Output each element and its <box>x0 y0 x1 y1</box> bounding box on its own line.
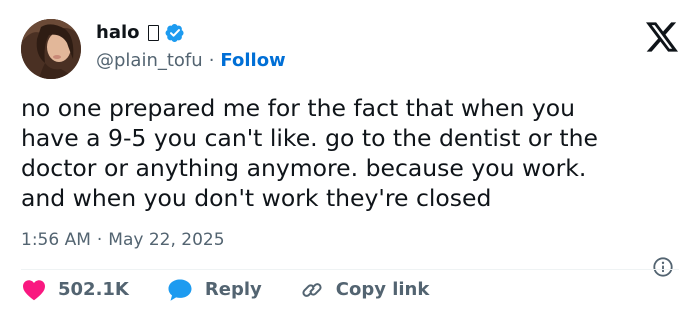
tweet-text: no one prepared me for the fact that whe… <box>21 94 598 212</box>
tweet-time[interactable]: 1:56 AM <box>21 229 91 251</box>
reply-button[interactable]: Reply <box>167 276 262 304</box>
handle-row: @plain_tofu · Follow <box>96 50 286 72</box>
copy-link-button[interactable]: Copy link <box>300 276 430 304</box>
copy-link-label: Copy link <box>335 279 430 300</box>
divider <box>21 269 679 270</box>
name-row: halo <box>96 22 185 44</box>
tweet-timestamp[interactable]: 1:56 AM · May 22, 2025 <box>21 229 225 251</box>
reply-bubble-icon <box>168 279 192 301</box>
tweet-date[interactable]: May 22, 2025 <box>108 229 224 251</box>
timestamp-separator: · <box>96 230 103 250</box>
info-icon[interactable] <box>652 256 674 278</box>
x-logo-icon[interactable] <box>646 22 678 52</box>
follow-button[interactable]: Follow <box>220 50 285 72</box>
display-name[interactable]: halo <box>96 22 140 44</box>
verified-badge-icon <box>165 23 185 43</box>
handle-separator: · <box>208 50 215 71</box>
like-count: 502.1K <box>58 279 129 300</box>
link-icon <box>302 283 322 297</box>
heart-icon <box>23 280 45 301</box>
like-button[interactable]: 502.1K <box>22 276 129 304</box>
action-bar: 502.1K Reply Copy link <box>22 276 429 304</box>
emoji-glyph-icon <box>147 25 159 41</box>
avatar[interactable] <box>21 19 81 79</box>
tweet-card: halo @plain_tofu · Follow no one prepare… <box>0 0 700 318</box>
user-handle[interactable]: @plain_tofu <box>96 50 203 72</box>
reply-label: Reply <box>204 279 262 300</box>
